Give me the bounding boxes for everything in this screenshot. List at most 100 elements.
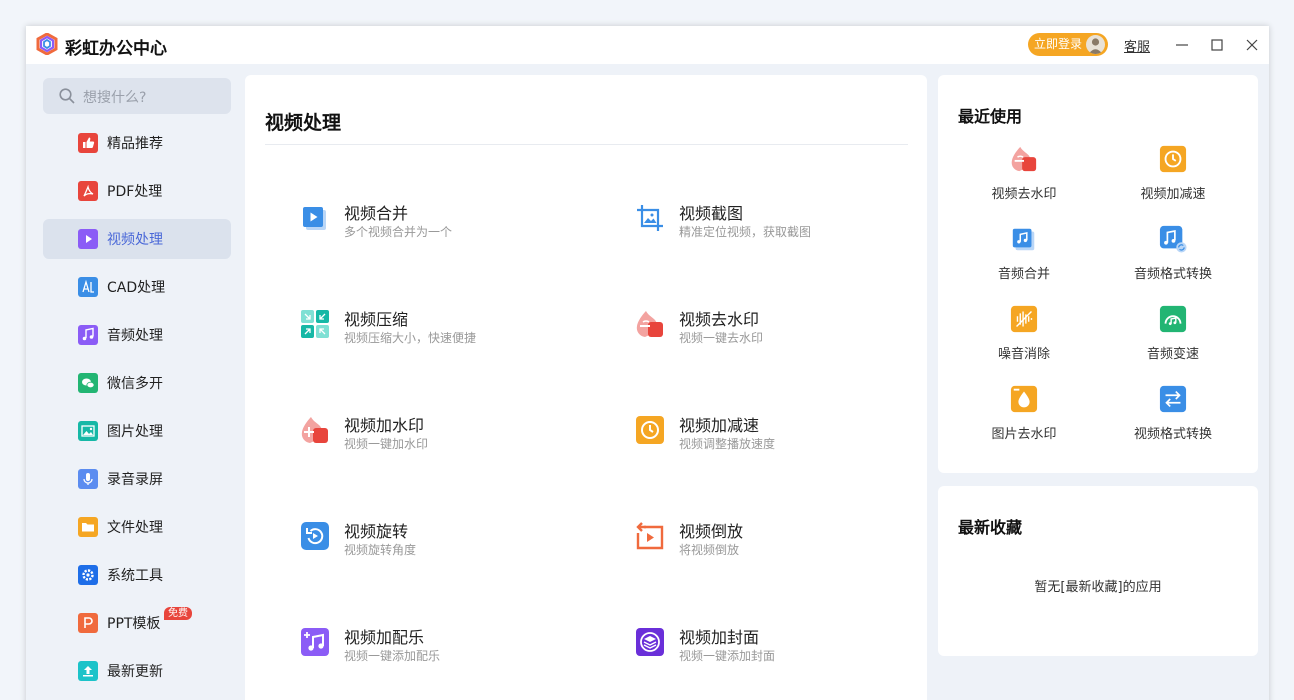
recent-item[interactable]: 噪音消除 (949, 305, 1099, 375)
recent-item-label: 音频变速 (1146, 347, 1199, 362)
search-icon (58, 87, 76, 105)
recent-item[interactable]: 图片去水印 (949, 385, 1099, 455)
close-icon (1246, 39, 1258, 51)
sidebar: 想搜什么? 精品推荐 PDF处理 视频处理 CAD处理 音频处理 微信多开 图片… (26, 64, 244, 700)
recent-item-label: 音频合并 (997, 267, 1050, 282)
sidebar-item-label: CAD处理 (107, 280, 166, 296)
page-title: 视频处理 (265, 112, 342, 134)
maximize-button[interactable] (1205, 33, 1229, 57)
tool-desc: 视频一键加水印 (344, 437, 429, 451)
sidebar-item-image[interactable]: 图片处理 (43, 411, 231, 451)
recent-item[interactable]: 视频格式转换 (1098, 385, 1248, 455)
video-crop-icon (635, 203, 665, 233)
tool-video-rotate[interactable]: 视频旋转 视频旋转角度 (300, 518, 600, 568)
sidebar-item-file[interactable]: 文件处理 (43, 507, 231, 547)
tool-video-remove-watermark[interactable]: 视频去水印 视频一键去水印 (635, 306, 935, 356)
tool-video-add-music[interactable]: 视频加配乐 视频一键添加配乐 (300, 624, 600, 674)
add-cover-icon (635, 627, 665, 657)
sidebar-item-label: 系统工具 (107, 568, 163, 584)
maximize-icon (1211, 39, 1223, 51)
tool-title: 视频旋转 (344, 522, 409, 541)
sidebar-item-featured[interactable]: 精品推荐 (43, 123, 231, 163)
rotate-icon (300, 521, 330, 551)
audio-speed-icon (1159, 305, 1187, 333)
music-note-icon (78, 325, 98, 345)
sidebar-item-label: 视频处理 (107, 232, 163, 248)
tool-title: 视频去水印 (679, 310, 760, 329)
main-panel: 视频处理 视频合并 多个视频合并为一个 视频截图 精准定位视频，获取截图 视频压… (245, 75, 927, 700)
recent-item[interactable]: 视频去水印 (949, 145, 1099, 215)
rainbow-logo-icon (36, 33, 58, 55)
tool-title: 视频加配乐 (344, 628, 425, 647)
sidebar-item-label: 图片处理 (107, 424, 163, 440)
video-play-icon (78, 229, 98, 249)
tool-video-reverse[interactable]: 视频倒放 将视频倒放 (635, 518, 935, 568)
close-button[interactable] (1240, 33, 1264, 57)
tool-video-add-watermark[interactable]: 视频加水印 视频一键加水印 (300, 412, 600, 462)
wechat-icon (78, 373, 98, 393)
sidebar-item-label: 微信多开 (107, 376, 163, 392)
sidebar-item-label: PDF处理 (107, 184, 163, 200)
tool-video-screenshot[interactable]: 视频截图 精准定位视频，获取截图 (635, 200, 935, 250)
sidebar-item-cad[interactable]: CAD处理 (43, 267, 231, 307)
sidebar-item-audio[interactable]: 音频处理 (43, 315, 231, 355)
image-icon (78, 421, 98, 441)
video-convert-icon (1159, 385, 1187, 413)
folder-icon (78, 517, 98, 537)
video-merge-icon (300, 203, 330, 233)
reverse-icon (635, 521, 665, 551)
ppt-icon (78, 613, 98, 633)
login-button[interactable]: 立即登录 (1028, 33, 1108, 56)
tool-title: 视频压缩 (344, 310, 409, 329)
sidebar-item-label: 音频处理 (107, 328, 163, 344)
noise-removal-icon (1010, 305, 1038, 333)
pdf-icon (78, 181, 98, 201)
customer-service-link[interactable]: 客服 (1124, 36, 1150, 55)
favorites-empty-text: 暂无[最新收藏]的应用 (1034, 580, 1162, 595)
minimize-button[interactable] (1170, 33, 1194, 57)
sidebar-item-label: 最新更新 (107, 664, 163, 680)
sidebar-item-updates[interactable]: 最新更新 (43, 651, 231, 691)
tool-title: 视频加水印 (344, 416, 425, 435)
cad-icon (78, 277, 98, 297)
tool-desc: 视频一键添加封面 (679, 649, 776, 663)
minimize-icon (1176, 44, 1188, 46)
sidebar-item-label: 精品推荐 (107, 136, 163, 152)
tool-title: 视频合并 (344, 204, 409, 223)
sidebar-item-pdf[interactable]: PDF处理 (43, 171, 231, 211)
tool-video-add-cover[interactable]: 视频加封面 视频一键添加封面 (635, 624, 935, 674)
tool-title: 视频倒放 (679, 522, 744, 541)
remove-watermark-icon (1010, 145, 1038, 173)
recent-item-label: 视频去水印 (991, 187, 1057, 202)
tool-video-compress[interactable]: 视频压缩 视频压缩大小，快速便捷 (300, 306, 600, 356)
divider (265, 144, 908, 145)
recent-item[interactable]: 音频合并 (949, 225, 1099, 295)
tool-title: 视频加减速 (679, 416, 760, 435)
favorites-title: 最新收藏 (958, 518, 1023, 537)
tool-video-speed[interactable]: 视频加减速 视频调整播放速度 (635, 412, 935, 462)
recent-item[interactable]: 视频加减速 (1098, 145, 1248, 215)
recent-item[interactable]: 音频变速 (1098, 305, 1248, 375)
sidebar-item-system-tools[interactable]: 系统工具 (43, 555, 231, 595)
tool-desc: 视频压缩大小，快速便捷 (344, 331, 477, 345)
sidebar-item-wechat[interactable]: 微信多开 (43, 363, 231, 403)
sidebar-item-record[interactable]: 录音录屏 (43, 459, 231, 499)
tool-desc: 视频旋转角度 (344, 543, 417, 557)
tool-desc: 视频一键添加配乐 (344, 649, 441, 663)
sidebar-item-label: 录音录屏 (107, 472, 163, 488)
video-compress-icon (300, 309, 330, 339)
recent-panel: 最近使用 视频去水印 视频加减速 音频合并 音频格式转换 噪音消除 音频变速 图… (938, 75, 1258, 473)
avatar (1086, 35, 1105, 54)
recent-item[interactable]: 音频格式转换 (1098, 225, 1248, 295)
sidebar-item-ppt[interactable]: PPT模板 免费 (43, 603, 231, 643)
recent-item-label: 噪音消除 (997, 347, 1050, 362)
search-box[interactable]: 想搜什么? (43, 78, 231, 114)
sidebar-item-video[interactable]: 视频处理 (43, 219, 231, 259)
tool-title: 视频截图 (679, 204, 744, 223)
speed-icon (1159, 145, 1187, 173)
speed-icon (635, 415, 665, 445)
upload-icon (78, 661, 98, 681)
search-input[interactable]: 想搜什么? (83, 87, 146, 107)
favorites-panel: 最新收藏 暂无[最新收藏]的应用 (938, 486, 1258, 656)
tool-video-merge[interactable]: 视频合并 多个视频合并为一个 (300, 200, 600, 250)
